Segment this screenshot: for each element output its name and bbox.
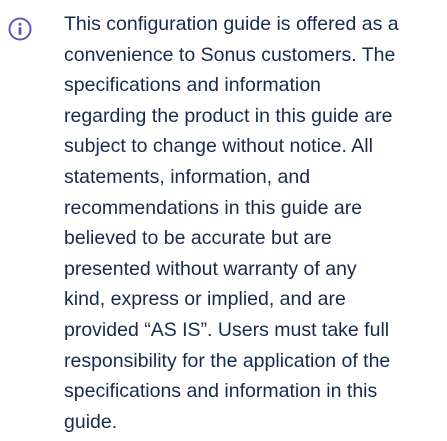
notice-line: presented without warranty of any: [64, 257, 357, 280]
notice-line: responsibility for the application of th…: [64, 349, 391, 372]
notice-line: This configuration guide is offered as a: [64, 13, 399, 35]
notice-line: kind, express or implied, and are: [64, 288, 346, 311]
notice-line: specifications and information in this: [64, 380, 378, 403]
info-icon: [8, 17, 32, 41]
notice-line: convenience to Sonus customers. The: [64, 43, 396, 66]
notice-line: guide.: [64, 410, 118, 433]
notice-line: recommendations in this guide are: [64, 196, 363, 219]
notice-line: specifications and information: [64, 74, 321, 97]
notice-line: statements, information, and: [64, 165, 311, 188]
notice-line: provided “AS IS”. Users must take full: [64, 318, 390, 341]
info-panel: This configuration guide is offered as a…: [0, 0, 447, 441]
notice-line: regarding the product in this guide are: [64, 104, 393, 127]
notice-line: subject to change without notice. All: [64, 135, 373, 158]
notice-text: This configuration guide is offered as a…: [64, 9, 444, 437]
notice-line: believed to be accurate but are: [64, 227, 332, 250]
